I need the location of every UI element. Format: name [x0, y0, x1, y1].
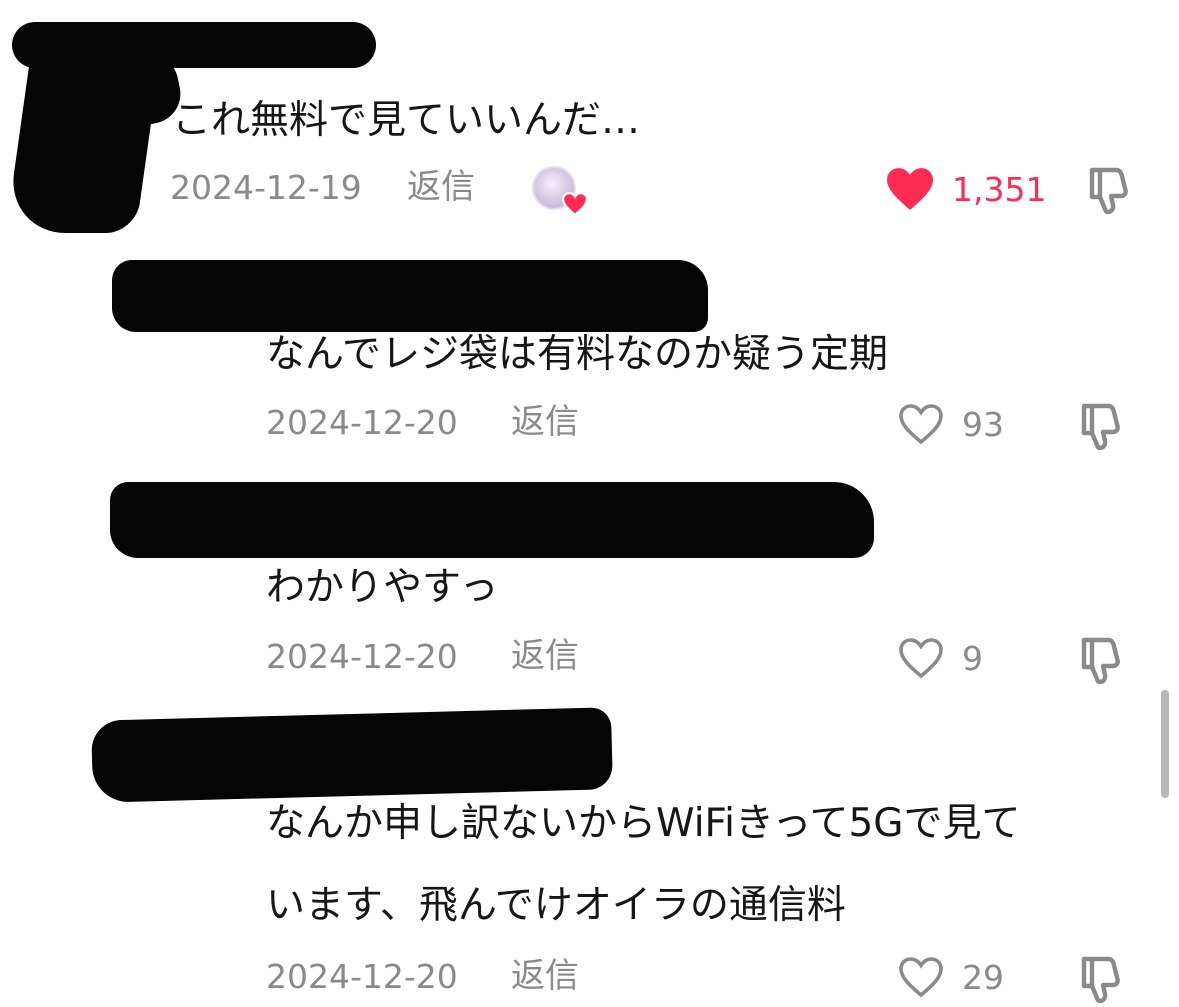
heart-icon [899, 404, 943, 445]
comment-text-line-1: なんか申し訳ないからWiFiきって5Gで見て [266, 801, 1021, 846]
comment-text: これ無料で見ていいんだ… [172, 98, 641, 143]
like-count: 1,351 [952, 169, 1047, 209]
heart-icon [899, 957, 943, 998]
thumbs-down-icon[interactable] [1074, 953, 1126, 1005]
reply-button[interactable]: 返信 [407, 170, 475, 204]
thumbs-down-icon[interactable] [1074, 634, 1126, 686]
like-count: 9 [962, 638, 983, 678]
comment-date: 2024-12-20 [266, 637, 458, 676]
comment-text: なんでレジ袋は有料なのか疑う定期 [266, 332, 889, 377]
thumbs-down-icon[interactable] [1074, 400, 1126, 452]
like-count: 29 [962, 957, 1004, 997]
like-button[interactable]: 9 [896, 636, 983, 680]
comment-date: 2024-12-19 [170, 168, 362, 207]
heart-icon [887, 168, 933, 210]
comment-date: 2024-12-20 [266, 957, 458, 996]
comment-text: わかりやすっ [266, 565, 499, 610]
like-button[interactable]: 1,351 [884, 166, 1046, 212]
heart-icon [562, 192, 588, 216]
like-button[interactable]: 93 [896, 402, 1004, 446]
like-count: 93 [962, 404, 1004, 444]
reply-button[interactable]: 返信 [511, 959, 579, 993]
redacted-username [91, 707, 613, 803]
redacted-username [110, 482, 874, 558]
scrollbar[interactable] [1161, 690, 1169, 798]
reply-button[interactable]: 返信 [511, 405, 579, 439]
comment-date: 2024-12-20 [266, 403, 458, 442]
comment-text-line-2: います、飛んでけオイラの通信料 [266, 883, 846, 928]
redacted-username [112, 260, 708, 332]
thumbs-down-icon[interactable] [1082, 164, 1134, 216]
redacted-username [12, 22, 376, 68]
like-button[interactable]: 29 [896, 955, 1004, 999]
heart-icon [899, 638, 943, 679]
creator-liked-avatar [532, 166, 588, 216]
reply-button[interactable]: 返信 [511, 639, 579, 673]
